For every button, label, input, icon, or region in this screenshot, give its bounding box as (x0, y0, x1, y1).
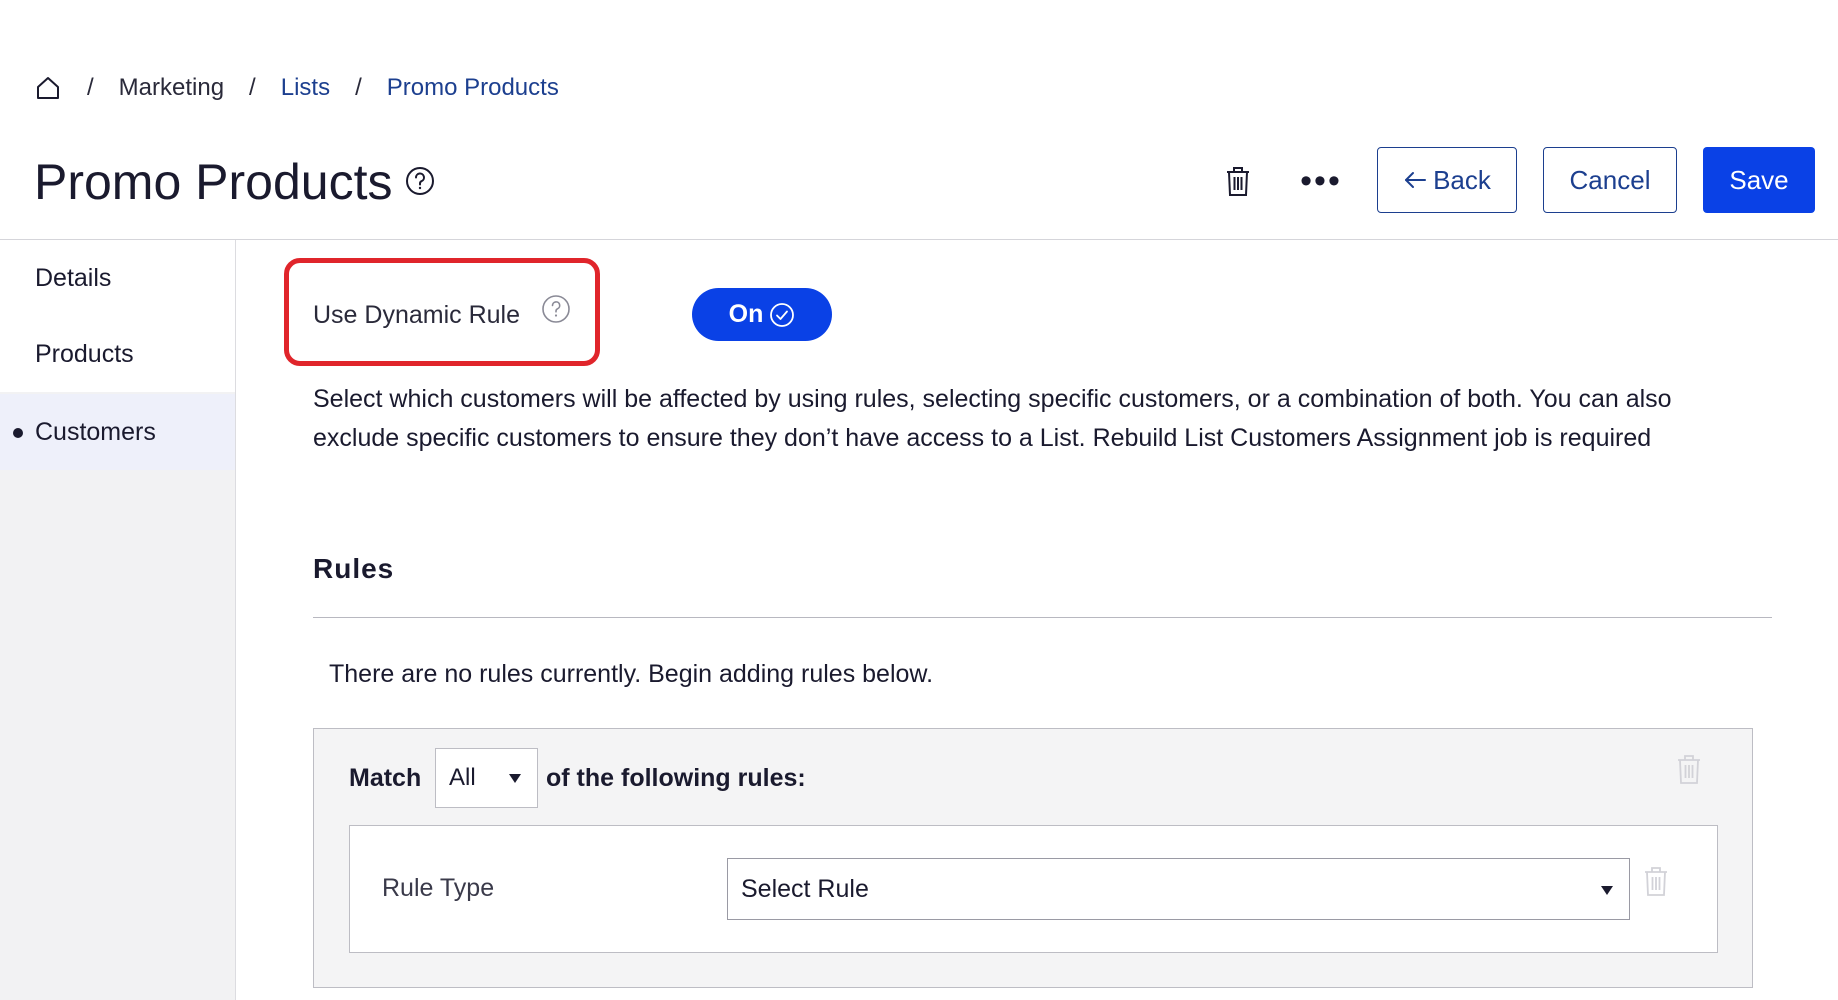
rule-type-select-value: Select Rule (741, 874, 869, 903)
page-title: Promo Products (34, 154, 393, 210)
dynamic-rule-label: Use Dynamic Rule (313, 301, 521, 329)
trash-icon[interactable] (1643, 865, 1669, 897)
sidebar-item-details[interactable]: Details (0, 240, 235, 316)
chevron-down-icon (509, 774, 521, 783)
back-button-label: Back (1433, 164, 1491, 195)
rule-type-select[interactable]: Select Rule (727, 858, 1630, 920)
breadcrumb-separator: / (249, 74, 256, 101)
active-indicator (13, 428, 23, 438)
question-circle-icon[interactable] (541, 294, 571, 324)
check-circle-icon (769, 302, 795, 328)
chevron-down-icon (1601, 886, 1613, 895)
sidebar-item-customers[interactable]: Customers (0, 394, 235, 470)
breadcrumb-separator: / (355, 74, 362, 101)
rule-type-label: Rule Type (382, 874, 495, 902)
breadcrumb: / Marketing / Lists / Promo Products (34, 70, 559, 106)
back-button[interactable]: Back (1377, 147, 1517, 213)
trash-icon[interactable] (1222, 163, 1254, 199)
breadcrumb-lists[interactable]: Lists (281, 74, 330, 102)
breadcrumb-promo-products[interactable]: Promo Products (387, 74, 559, 102)
match-select-value: All (449, 764, 476, 791)
home-icon[interactable] (34, 74, 62, 102)
sidebar-item-label: Customers (35, 417, 156, 446)
rules-divider (313, 617, 1772, 618)
question-circle-icon[interactable] (404, 165, 436, 197)
sidebar-item-label: Products (35, 339, 134, 368)
dynamic-rule-toggle[interactable]: On (692, 288, 832, 341)
cancel-button[interactable]: Cancel (1543, 147, 1677, 213)
description-text: Select which customers will be affected … (313, 385, 1672, 452)
following-rules-label: of the following rules: (546, 764, 806, 792)
sidebar-item-products[interactable]: Products (0, 316, 235, 392)
breadcrumb-separator: / (87, 74, 94, 101)
match-select[interactable]: All (435, 748, 538, 808)
save-button[interactable]: Save (1703, 147, 1815, 213)
arrow-left-icon (1403, 170, 1427, 190)
header-divider (0, 239, 1838, 240)
more-horizontal-icon[interactable]: ••• (1300, 162, 1340, 200)
rules-heading: Rules (313, 553, 395, 584)
sidebar-item-label: Details (35, 263, 112, 292)
breadcrumb-marketing[interactable]: Marketing (119, 74, 224, 102)
empty-rules-message: There are no rules currently. Begin addi… (329, 660, 934, 688)
match-label: Match (349, 764, 422, 792)
toggle-label: On (728, 300, 764, 328)
trash-icon[interactable] (1676, 753, 1702, 785)
